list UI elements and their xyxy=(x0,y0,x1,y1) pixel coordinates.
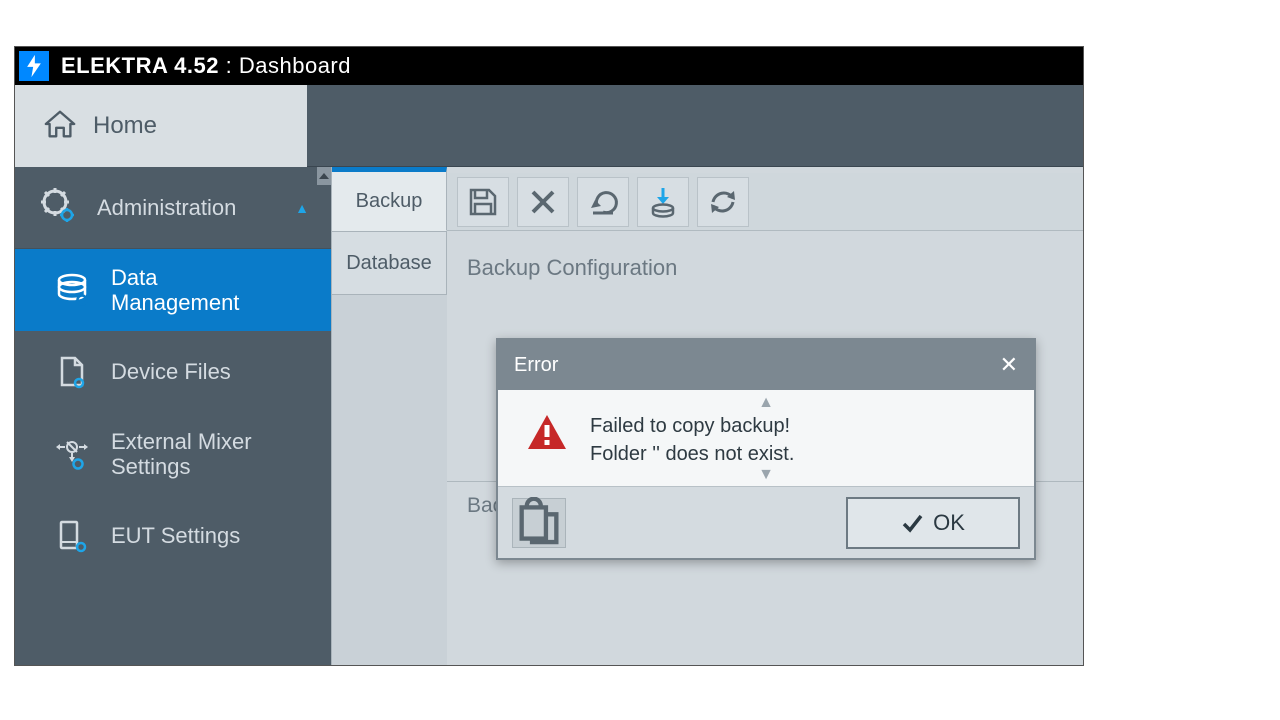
gear-icon xyxy=(41,188,75,228)
sidebar-item-label: External Mixer Settings xyxy=(111,429,252,480)
error-dialog: Error ✕ ▲ Failed to copy backup! Folder … xyxy=(496,338,1036,560)
tab-database[interactable]: Database xyxy=(332,231,447,295)
save-icon xyxy=(467,186,499,218)
check-icon xyxy=(901,512,923,534)
sub-tabs: Backup Database xyxy=(331,167,447,665)
sidebar-section-administration[interactable]: Administration ▲ xyxy=(15,167,331,249)
tab-backup[interactable]: Backup xyxy=(332,167,447,231)
ribbon: Home xyxy=(15,85,1083,167)
close-icon xyxy=(527,186,559,218)
delete-button[interactable] xyxy=(517,177,569,227)
home-label: Home xyxy=(93,112,157,140)
dialog-message: Failed to copy backup! Folder '' does no… xyxy=(590,412,794,468)
sidebar-item-label: EUT Settings xyxy=(111,523,240,548)
sidebar-item-label: Device Files xyxy=(111,359,231,384)
home-icon xyxy=(43,108,77,145)
section-title: Backup Configuration xyxy=(447,231,1083,291)
refresh-icon xyxy=(707,186,739,218)
download-db-icon xyxy=(647,186,679,218)
file-icon xyxy=(55,355,89,389)
sidebar-item-label: Data Management xyxy=(111,265,239,316)
import-button[interactable] xyxy=(637,177,689,227)
dialog-close-button[interactable]: ✕ xyxy=(1000,352,1018,378)
titlebar: ELEKTRA 4.52 : Dashboard xyxy=(15,47,1083,85)
scroll-down-icon: ▼ xyxy=(758,466,774,484)
dialog-title: Error xyxy=(514,354,558,377)
sidebar-item-device-files[interactable]: Device Files xyxy=(15,331,331,413)
sidebar-scroll-up[interactable] xyxy=(317,167,331,185)
copy-details-button[interactable] xyxy=(512,498,566,548)
toolbar xyxy=(447,173,1083,231)
restore-button[interactable] xyxy=(577,177,629,227)
sidebar-item-data-management[interactable]: Data Management xyxy=(15,249,331,331)
sidebar-item-external-mixer[interactable]: External Mixer Settings xyxy=(15,413,331,495)
ok-button[interactable]: OK xyxy=(846,497,1020,549)
clipboard-icon xyxy=(513,497,565,549)
sidebar-section-label: Administration xyxy=(97,195,236,221)
dialog-body: ▲ Failed to copy backup! Folder '' does … xyxy=(498,390,1034,486)
dialog-titlebar: Error ✕ xyxy=(498,340,1034,390)
undo-icon xyxy=(587,186,619,218)
error-icon xyxy=(526,412,568,468)
chevron-up-icon: ▲ xyxy=(295,200,309,216)
dialog-footer: OK xyxy=(498,486,1034,558)
sidebar: Administration ▲ Data Management Device … xyxy=(15,167,331,665)
sidebar-item-eut-settings[interactable]: EUT Settings xyxy=(15,495,331,577)
mixer-icon xyxy=(55,437,89,471)
save-button[interactable] xyxy=(457,177,509,227)
home-button[interactable]: Home xyxy=(15,85,307,167)
ok-label: OK xyxy=(933,510,965,536)
refresh-button[interactable] xyxy=(697,177,749,227)
window-title: ELEKTRA 4.52 : Dashboard xyxy=(61,53,351,79)
device-icon xyxy=(55,519,89,553)
database-icon xyxy=(55,273,89,307)
app-logo-icon xyxy=(19,51,49,81)
scroll-up-icon: ▲ xyxy=(758,394,774,412)
